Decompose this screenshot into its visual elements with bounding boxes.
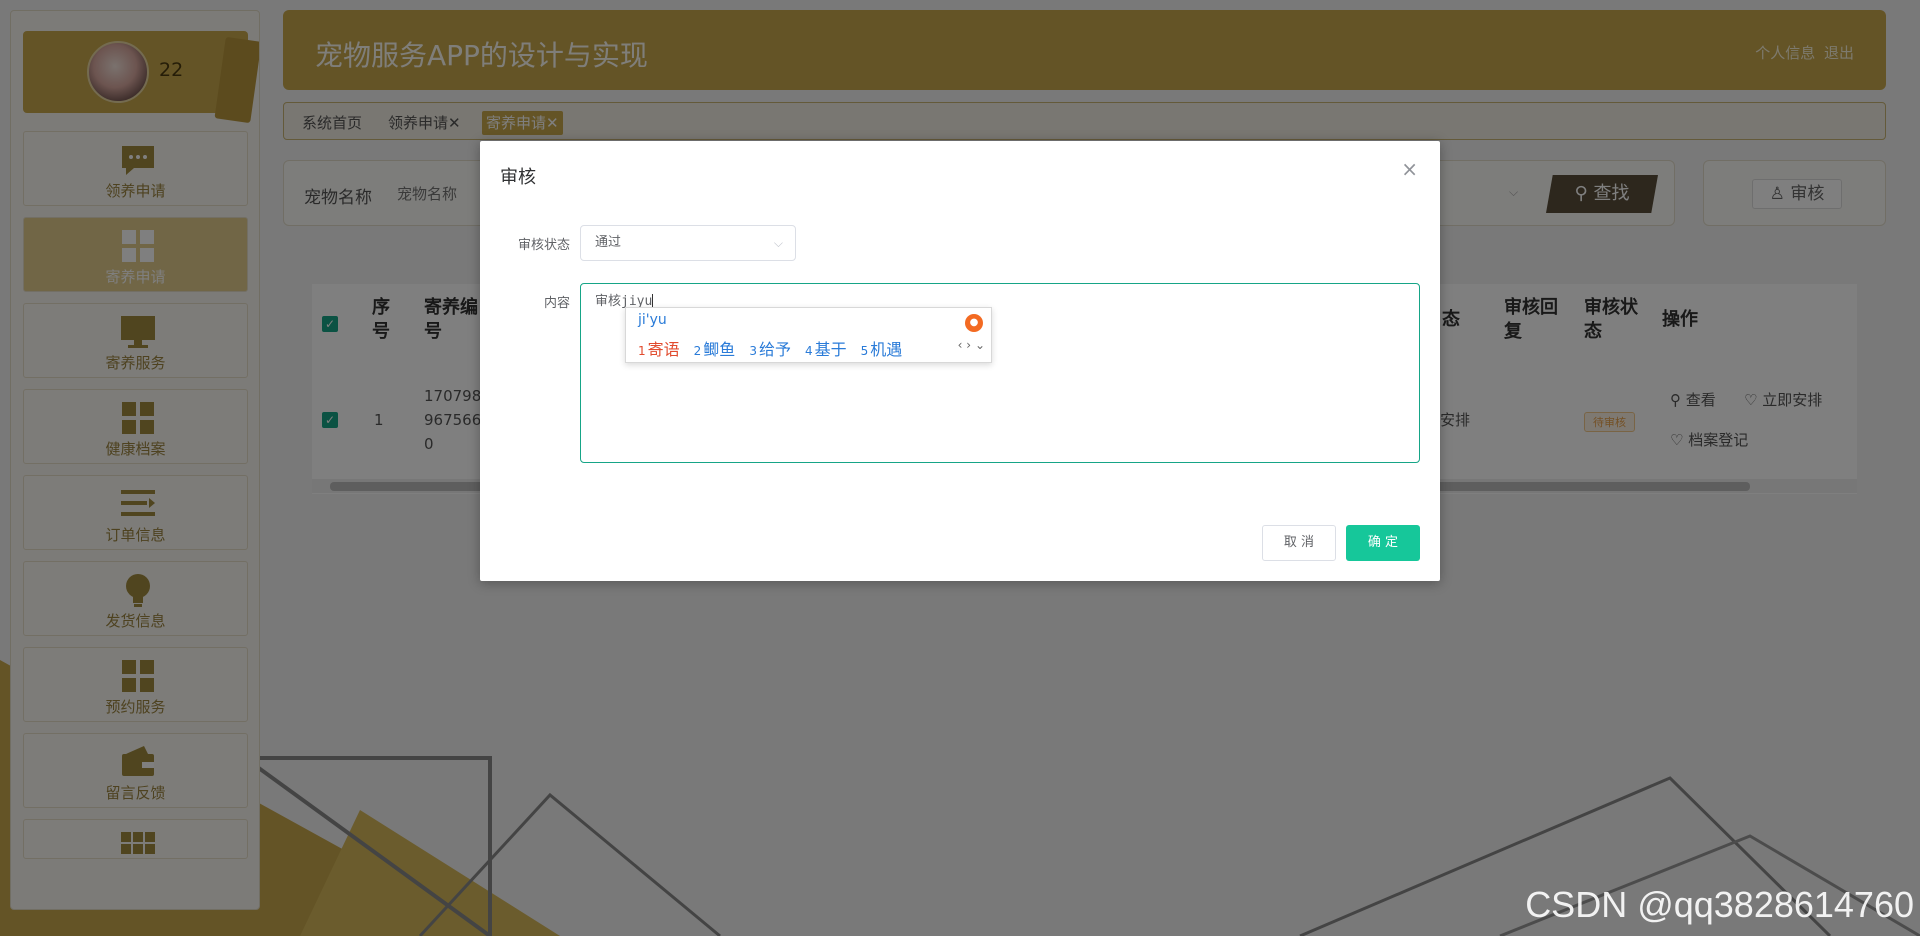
ime-candidates: 1 寄语 2 鲫鱼 3 给予 4 基于 5 机遇 <box>638 336 916 360</box>
ime-candidate[interactable]: 4 基于 <box>805 340 847 359</box>
ime-candidate[interactable]: 5 机遇 <box>861 340 903 359</box>
ime-logo-icon: ● <box>965 314 983 332</box>
confirm-button[interactable]: 确 定 <box>1346 525 1420 561</box>
watermark: CSDN @qq3828614760 <box>1525 884 1914 925</box>
text-caret <box>652 294 654 307</box>
content-label: 内容 <box>543 296 570 311</box>
audit-status-select[interactable]: 通过 ⌵ <box>580 225 796 261</box>
dialog-title: 审核 <box>500 167 536 188</box>
chevron-left-icon[interactable]: ‹ <box>958 338 963 352</box>
chevron-right-icon[interactable]: › <box>966 338 971 352</box>
cancel-button[interactable]: 取 消 <box>1262 525 1336 561</box>
ime-candidate[interactable]: 2 鲫鱼 <box>694 340 736 359</box>
audit-dialog: 审核 × 审核状态 通过 ⌵ 内容 审核jiyu ji'yu ● 1 寄语 2 鲫鱼 3… <box>480 141 1440 581</box>
ime-pinyin: ji'yu <box>638 312 667 328</box>
close-icon[interactable]: × <box>1401 157 1418 181</box>
audit-status-label: 审核状态 <box>517 238 570 253</box>
audit-status-value: 通过 <box>595 235 622 250</box>
ime-candidate[interactable]: 1 寄语 <box>638 340 680 359</box>
ime-candidate[interactable]: 3 给予 <box>749 340 791 359</box>
chevron-down-icon[interactable]: ⌄ <box>975 338 985 352</box>
chevron-down-icon: ⌵ <box>773 236 783 250</box>
ime-page-nav[interactable]: ‹ › ⌄ <box>958 338 985 352</box>
ime-candidate-popup: ji'yu ● 1 寄语 2 鲫鱼 3 给予 4 基于 5 机遇 ‹ › ⌄ <box>625 307 992 363</box>
